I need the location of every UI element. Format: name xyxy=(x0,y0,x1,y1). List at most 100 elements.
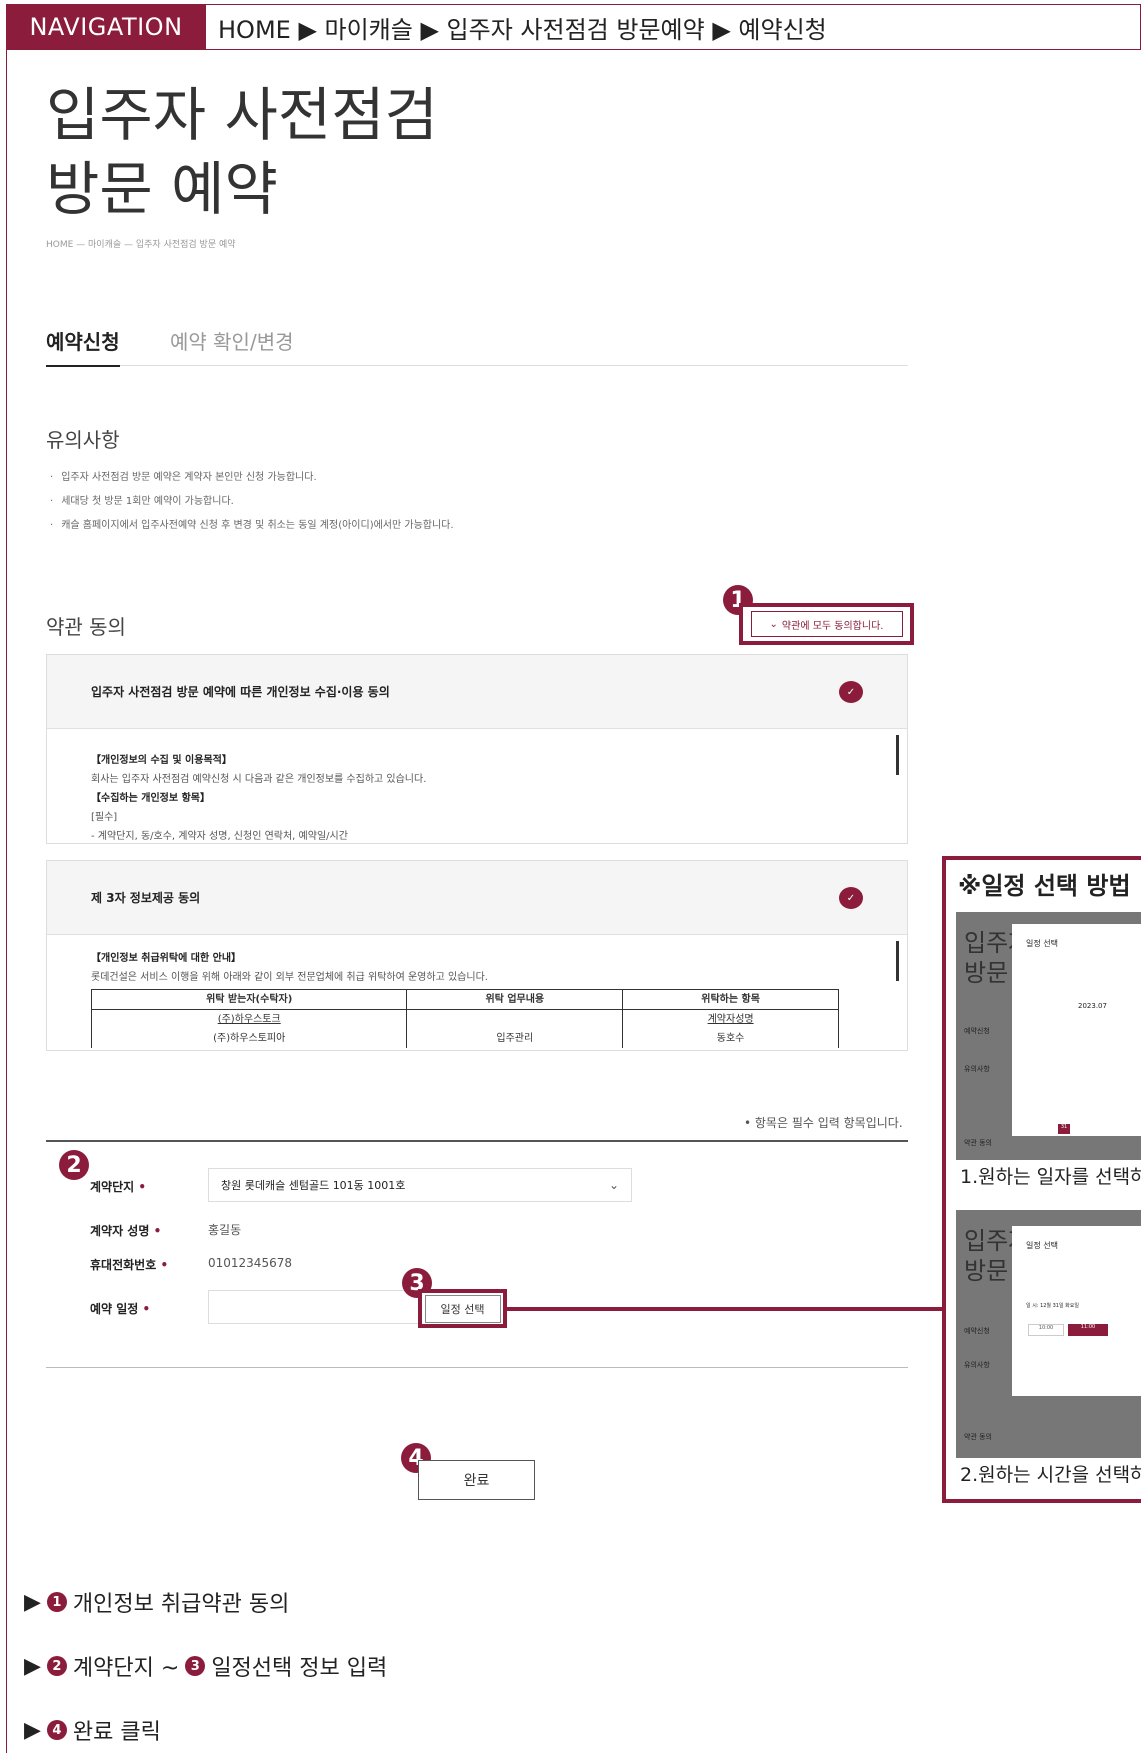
agree-all-highlight: ⌄ 약관에 모두 동의합니다. xyxy=(739,603,914,645)
terms-title: 입주자 사전점검 방문 예약에 따른 개인정보 수집·이용 동의 xyxy=(91,685,390,699)
table-cell: (주)하우스토크 xyxy=(90,1009,408,1029)
tab-reservation-check[interactable]: 예약 확인/변경 xyxy=(170,326,294,365)
table-row: (주)하우스토피아 입주관리 동호수 xyxy=(90,1029,839,1048)
done-button[interactable]: 완료 xyxy=(418,1460,535,1500)
step-number: 4 xyxy=(46,1720,67,1740)
terms-box-privacy: 입주자 사전점검 방문 예약에 따른 개인정보 수집·이용 동의 ✓ 【개인정보… xyxy=(46,654,908,844)
agree-all-label: 약관에 모두 동의합니다. xyxy=(781,620,884,632)
triangle-right-icon: ▶ xyxy=(24,1589,41,1615)
tab-bar: 예약신청 예약 확인/변경 xyxy=(46,326,908,367)
shot-notice: 유의사항 xyxy=(964,1065,990,1073)
connector-line xyxy=(507,1307,944,1311)
step-number: 2 xyxy=(46,1656,67,1676)
step-number: 1 xyxy=(46,1592,67,1612)
date-input[interactable] xyxy=(208,1290,420,1324)
terms-line: 회사는 입주자 사전점검 예약신청 시 다음과 같은 개인정보를 수집하고 있습… xyxy=(91,774,427,785)
terms-line: - 계약단지, 동/호수, 계약자 성명, 신청인 연락처, 예약일/시간 xyxy=(91,831,348,842)
agreement-heading: 약관 동의 xyxy=(46,615,126,639)
step-text: 계약단지 ~ xyxy=(72,1656,180,1681)
step-line-1: ▶ 1 개인정보 취급약관 동의 xyxy=(24,1586,289,1618)
navigation-label: NAVIGATION xyxy=(6,4,206,50)
step-number: 3 xyxy=(185,1656,206,1676)
calendar-month: 2023.07 xyxy=(1078,1002,1107,1010)
triangle-right-icon: ▶ xyxy=(24,1653,41,1679)
shot-tab: 예약신청 xyxy=(964,1327,990,1335)
date-label: 예약 일정 • xyxy=(90,1302,151,1316)
triangle-right-icon: ▶ xyxy=(24,1717,41,1743)
schedule-guide-panel: ※일정 선택 방법 입주자 방문 예약신청 유의사항 약관 동의 일정 선택 20… xyxy=(942,856,1141,1503)
page-title-line1: 입주자 사전점검 xyxy=(46,81,438,149)
agree-all-button[interactable]: ⌄ 약관에 모두 동의합니다. xyxy=(750,611,903,637)
chevron-down-icon[interactable]: ✓ xyxy=(839,681,863,703)
table-header: 위탁 업무내용 xyxy=(406,989,624,1010)
notice-item: 세대당 첫 방문 1회만 예약이 가능합니다. xyxy=(50,490,454,514)
table-cell: 동호수 xyxy=(622,1029,839,1048)
terms-body: 【개인정보의 수집 및 이용목적】 회사는 입주자 사전점검 예약신청 시 다음… xyxy=(47,729,907,843)
page-title: 입주자 사전점검 방문 예약 xyxy=(46,78,438,226)
complex-value: 창원 롯데캐슬 센텀골드 101동 1001호 xyxy=(221,1179,406,1192)
terms-title: 제 3자 정보제공 동의 xyxy=(91,891,201,905)
table-cell: 계약자성명 xyxy=(622,1009,839,1029)
terms-box-third-party: 제 3자 정보제공 동의 ✓ 【개인정보 취급위탁에 대한 안내】 롯데건설은 … xyxy=(46,860,908,1051)
terms-line: 【개인정보의 수집 및 이용목적】 xyxy=(91,755,232,766)
terms-line: [필수] xyxy=(91,812,118,823)
guide-caption-1: 1.원하는 일자를 선택하 xyxy=(960,1166,1141,1188)
table-header: 위탁 받는자(수탁자) xyxy=(90,989,408,1010)
chevron-down-icon[interactable]: ✓ xyxy=(839,887,863,909)
scrollbar[interactable] xyxy=(896,941,899,981)
notice-list: 입주자 사전점검 방문 예약은 계약자 본인만 신청 가능합니다. 세대당 첫 … xyxy=(50,466,454,538)
phone-value: 01012345678 xyxy=(208,1256,292,1270)
notice-item: 캐슬 홈페이지에서 입주사전예약 신청 후 변경 및 취소는 동일 계정(아이디… xyxy=(50,514,453,538)
frame-border xyxy=(6,48,7,1753)
guide-title: ※일정 선택 방법 xyxy=(958,872,1131,900)
name-label: 계약자 성명 • xyxy=(90,1224,162,1238)
time-option-selected[interactable]: 11:00 xyxy=(1068,1324,1108,1336)
step-text: 일정선택 정보 입력 xyxy=(211,1656,388,1681)
terms-header[interactable]: 제 3자 정보제공 동의 ✓ xyxy=(47,861,907,935)
table-header: 위탁하는 항목 xyxy=(622,989,839,1010)
step-text: 개인정보 취급약관 동의 xyxy=(72,1592,290,1617)
terms-line: 【개인정보 취급위탁에 대한 안내】 xyxy=(91,953,242,964)
scrollbar[interactable] xyxy=(896,735,899,775)
table-cell xyxy=(406,1009,624,1029)
date-modal: 일정 선택 2023.07 31 xyxy=(1012,924,1141,1136)
entrust-table: 위탁 받는자(수탁자) 위탁 업무내용 위탁하는 항목 (주)하우스토크 계약자… xyxy=(90,989,839,1048)
notice-heading: 유의사항 xyxy=(46,428,120,452)
chevron-down-icon: ⌄ xyxy=(769,618,778,630)
time-date-line: 일 시: 12월 31일 화요일 xyxy=(1026,1303,1079,1309)
calendar-day-selected[interactable]: 31 xyxy=(1058,1124,1070,1134)
modal-title: 일정 선택 xyxy=(1026,939,1058,948)
schedule-highlight: 일정 선택 xyxy=(418,1289,507,1328)
step-line-2: ▶ 2 계약단지 ~ 3 일정선택 정보 입력 xyxy=(24,1650,387,1682)
step-text: 완료 클릭 xyxy=(72,1720,161,1745)
schedule-select-button[interactable]: 일정 선택 xyxy=(424,1294,501,1323)
time-option[interactable]: 10:00 xyxy=(1028,1324,1064,1336)
phone-label: 휴대전화번호 • xyxy=(90,1258,169,1272)
divider xyxy=(46,1367,908,1368)
name-value: 홍길동 xyxy=(208,1223,242,1237)
terms-header[interactable]: 입주자 사전점검 방문 예약에 따른 개인정보 수집·이용 동의 ✓ xyxy=(47,655,907,729)
shot-notice: 유의사항 xyxy=(964,1361,990,1369)
tab-reservation-apply[interactable]: 예약신청 xyxy=(46,326,120,367)
table-cell: (주)하우스토피아 xyxy=(90,1029,408,1048)
divider xyxy=(46,1140,908,1142)
complex-label: 계약단지 • xyxy=(90,1180,147,1194)
breadcrumb: HOME — 마이캐슬 — 입주자 사전점검 방문 예약 xyxy=(46,240,236,250)
guide-screenshot-date: 입주자 방문 예약신청 유의사항 약관 동의 일정 선택 2023.07 31 xyxy=(956,912,1141,1160)
modal-title: 일정 선택 xyxy=(1026,1241,1058,1250)
guide-caption-2: 2.원하는 시간을 선택하 xyxy=(960,1464,1141,1486)
notice-item: 입주자 사전점검 방문 예약은 계약자 본인만 신청 가능합니다. xyxy=(50,466,454,490)
step-line-3: ▶ 4 완료 클릭 xyxy=(24,1714,161,1746)
chevron-down-icon: ⌄ xyxy=(608,1178,619,1192)
shot-tab: 예약신청 xyxy=(964,1027,990,1035)
page-title-line2: 방문 예약 xyxy=(46,155,278,223)
shot-agree: 약관 동의 xyxy=(964,1139,992,1147)
terms-line: 【수집하는 개인정보 항목】 xyxy=(91,793,210,804)
step-marker-2: 2 xyxy=(59,1150,89,1180)
table-cell: 입주관리 xyxy=(406,1029,624,1048)
time-modal: 일정 선택 일 시: 12월 31일 화요일 10:00 11:00 xyxy=(1012,1226,1141,1396)
complex-select[interactable]: 창원 롯데캐슬 센텀골드 101동 1001호 ⌄ xyxy=(208,1168,632,1202)
required-note: • 항목은 필수 입력 항목입니다. xyxy=(744,1116,903,1130)
shot-agree: 약관 동의 xyxy=(964,1433,992,1441)
terms-line: 롯데건설은 서비스 이행을 위해 아래와 같이 외부 전문업체에 취급 위탁하여… xyxy=(91,972,488,983)
